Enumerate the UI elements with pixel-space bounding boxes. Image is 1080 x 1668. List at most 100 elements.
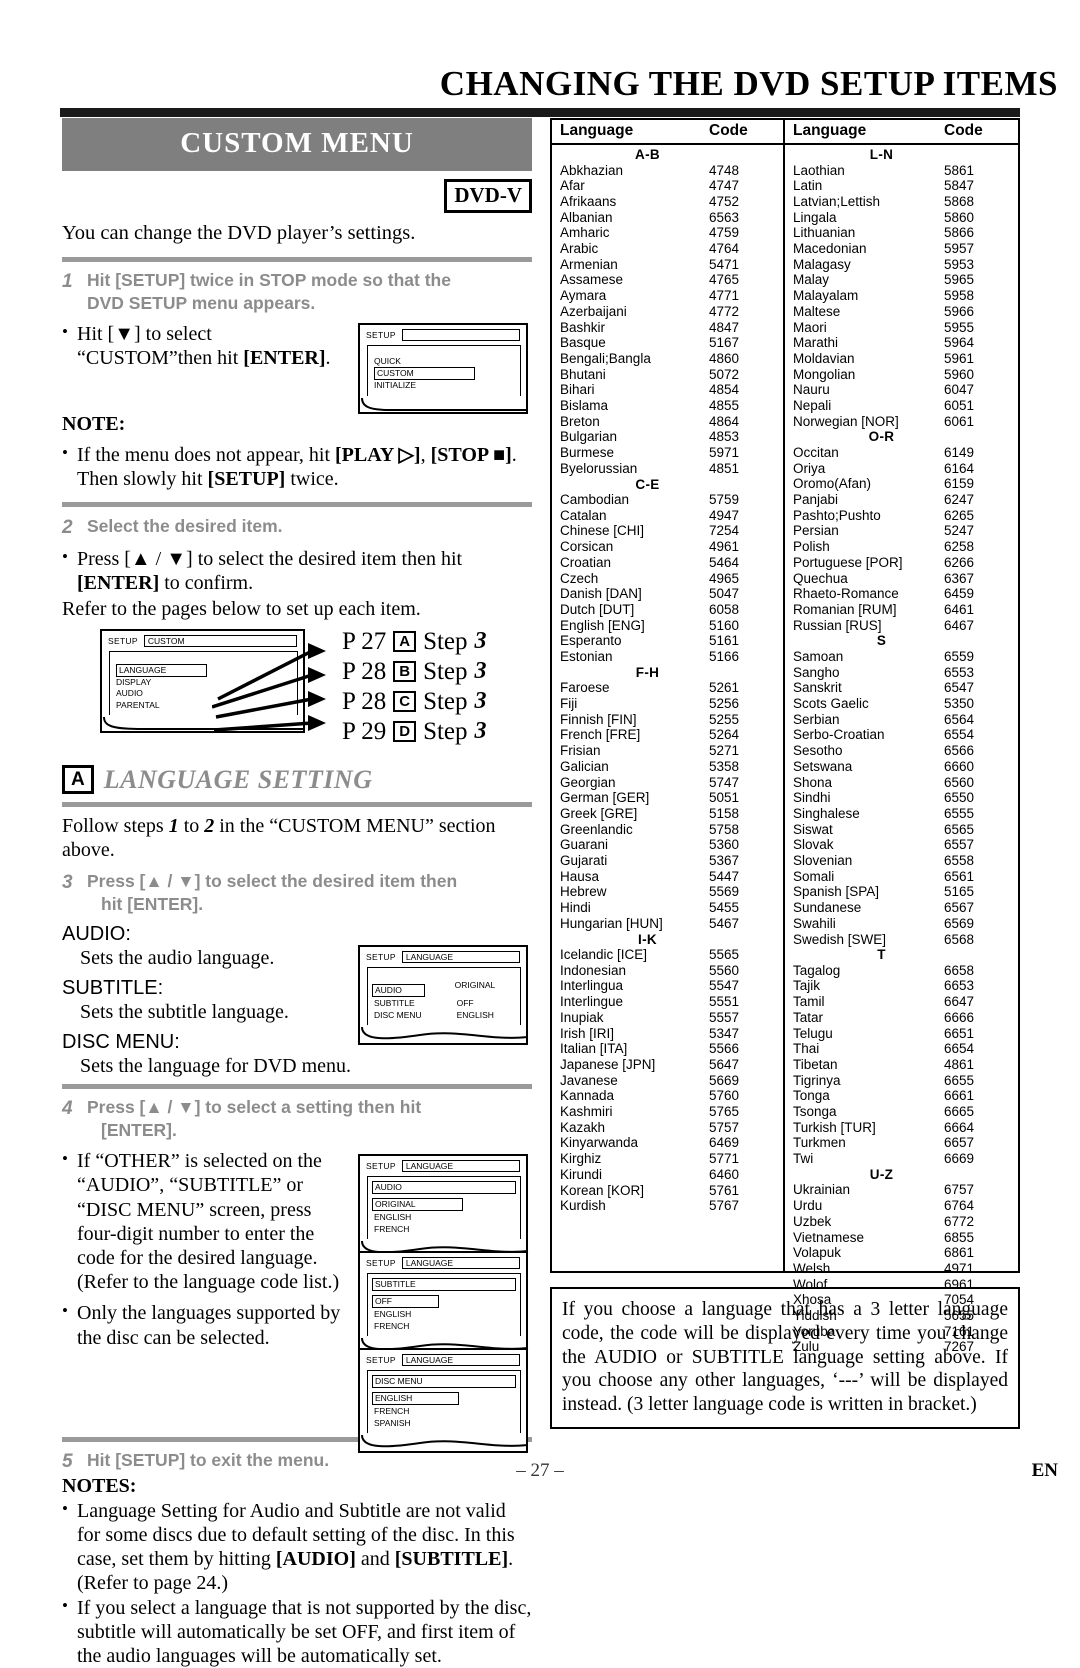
- code-row: Arabic 4764: [552, 241, 783, 257]
- code-row: Nepali 6051: [785, 398, 1018, 414]
- header-code-right: Code: [944, 122, 983, 139]
- page-ref-a-num: 3: [474, 628, 487, 655]
- code-row-code: 6559: [944, 648, 975, 664]
- osd-subtitle-english[interactable]: ENGLISH: [372, 1309, 516, 1321]
- code-row-language: Javanese: [560, 1072, 618, 1088]
- code-row-code: 6568: [944, 931, 975, 947]
- osd-item-initialize[interactable]: INITIALIZE: [372, 380, 516, 392]
- osd-audio-french[interactable]: FRENCH: [372, 1224, 516, 1236]
- osd-audio-header[interactable]: AUDIO: [372, 1181, 516, 1195]
- code-row-code: 6665: [944, 1104, 975, 1120]
- code-row-language: English [ENG]: [560, 617, 645, 633]
- code-row-language: Abkhazian: [560, 162, 624, 178]
- code-row: Greenlandic 5758: [552, 822, 783, 838]
- osd-row-audio[interactable]: AUDIO ORIGINAL: [372, 980, 516, 998]
- code-row: Corsican 4961: [552, 539, 783, 555]
- bullet-hit-down-select: Hit [▼] to select “CUSTOM”then hit [ENTE…: [62, 322, 367, 370]
- osd-row-subtitle[interactable]: SUBTITLE OFF: [372, 998, 516, 1010]
- osd-subtitle-selected-row[interactable]: OFF: [372, 1291, 516, 1309]
- code-row-language: Uzbek: [793, 1213, 832, 1229]
- code-row: Byelorussian 4851: [552, 461, 783, 477]
- code-group-header: I-K: [638, 931, 657, 947]
- code-row-language: Bislama: [560, 398, 609, 414]
- code-row-language: Faroese: [560, 680, 610, 696]
- code-row-language: Scots Gaelic: [793, 696, 869, 711]
- osd-subtitle-french[interactable]: FRENCH: [372, 1321, 516, 1333]
- code-row: Lingala 5860: [785, 210, 1018, 226]
- notes-bullet-1: Language Setting for Audio and Subtitle …: [62, 1499, 532, 1595]
- code-row: Slovak 6557: [785, 837, 1018, 853]
- code-row-code: 4748: [709, 162, 740, 178]
- osd-row-discmenu[interactable]: DISC MENU ENGLISH: [372, 1010, 516, 1022]
- osd-row-audio-label: AUDIO: [372, 984, 425, 998]
- page-number: – 27 –: [516, 1460, 564, 1481]
- code-row-language: Swahili: [793, 915, 836, 931]
- code-row: Spanish [SPA] 5165: [785, 884, 1018, 900]
- osd-discmenu-french[interactable]: FRENCH: [372, 1406, 516, 1418]
- code-row: Twi 6669: [785, 1151, 1018, 1167]
- code-row-code: 4772: [709, 303, 740, 319]
- custom-menu-banner: CUSTOM MENU: [62, 118, 532, 171]
- code-row-code: 5467: [709, 915, 740, 931]
- step-1-text: Hit [SETUP] twice in STOP mode so that t…: [87, 269, 532, 315]
- code-row-code: 5669: [709, 1072, 740, 1088]
- code-row: Siswat 6565: [785, 822, 1018, 838]
- code-row-code: 6566: [944, 743, 975, 759]
- note-menu-not-appear: If the menu does not appear, hit [PLAY ▷…: [62, 443, 532, 491]
- osd-discmenu-spanish[interactable]: SPANISH: [372, 1418, 516, 1430]
- code-row-code: 5861: [944, 162, 975, 178]
- code-row-code: 6061: [944, 413, 975, 429]
- code-row-code: 5464: [709, 554, 740, 570]
- code-row-language: German [GER]: [560, 790, 650, 806]
- code-row-language: Maltese: [793, 303, 841, 319]
- code-row-language: Assamese: [560, 272, 624, 288]
- code-row-code: 6757: [944, 1182, 975, 1198]
- code-row: Latin 5847: [785, 178, 1018, 194]
- callout-arrows-icon: [212, 642, 326, 732]
- code-row-language: Volapuk: [793, 1245, 842, 1261]
- page-ref-c-page: P 28: [342, 687, 387, 715]
- code-row-language: Breton: [560, 413, 600, 429]
- code-row-language: Portuguese [POR]: [793, 554, 903, 570]
- code-row: Norwegian [NOR] 6061: [785, 414, 1018, 430]
- osd-discmenu-header[interactable]: DISC MENU: [372, 1375, 516, 1389]
- page-reference-list: P 27 A Step 3 P 28 B Step 3 P 28 C Step …: [342, 629, 487, 744]
- code-row: Armenian 5471: [552, 257, 783, 273]
- code-row-language: Welsh: [793, 1260, 831, 1276]
- dvd-v-badge: DVD-V: [62, 179, 532, 213]
- code-row-language: Latin: [793, 178, 823, 194]
- code-row: Kazakh 5757: [552, 1120, 783, 1136]
- code-row-language: Galician: [560, 758, 609, 774]
- divider: [62, 256, 532, 262]
- code-row-code: 5358: [709, 758, 740, 774]
- code-row-language: Turkmen: [793, 1135, 846, 1151]
- code-row-language: Aymara: [560, 288, 607, 304]
- osd-subtitle-header[interactable]: SUBTITLE: [372, 1278, 516, 1292]
- step-1-line-1: Hit [SETUP] twice in STOP mode so that t…: [87, 269, 451, 290]
- code-row: Japanese [JPN] 5647: [552, 1057, 783, 1073]
- code-row: Maltese 5966: [785, 304, 1018, 320]
- code-row-language: Slovak: [793, 837, 834, 853]
- code-row-code: 6467: [944, 617, 975, 633]
- osd-item-quick[interactable]: QUICK: [372, 356, 516, 368]
- code-row: Lithuanian 5866: [785, 225, 1018, 241]
- code-row: Welsh 4971: [785, 1261, 1018, 1277]
- code-row: Kinyarwanda 6469: [552, 1135, 783, 1151]
- code-row: Danish [DAN] 5047: [552, 586, 783, 602]
- manual-page: CHANGING THE DVD SETUP ITEMS CUSTOM MENU…: [0, 0, 1080, 1667]
- osd-audio-english[interactable]: ENGLISH: [372, 1212, 516, 1224]
- code-row-code: 6554: [944, 727, 975, 743]
- code-row-language: Byelorussian: [560, 460, 638, 476]
- code-row-code: 6265: [944, 507, 975, 523]
- osd-audio-selected-row[interactable]: ORIGINAL: [372, 1194, 516, 1212]
- osd-item-custom-selected[interactable]: CUSTOM: [372, 367, 516, 381]
- code-row: Hebrew 5569: [552, 884, 783, 900]
- code-row-language: Thai: [793, 1041, 820, 1057]
- code-row: Gujarati 5367: [552, 853, 783, 869]
- divider: [62, 1084, 532, 1090]
- page-ref-c-step: Step: [423, 687, 468, 715]
- code-row-language: Slovenian: [793, 853, 853, 869]
- step-3: 3 Press [▲ / ▼] to select the desired it…: [62, 870, 532, 916]
- osd-discmenu-selected-row[interactable]: ENGLISH: [372, 1388, 516, 1406]
- code-row: Sindhi 6550: [785, 790, 1018, 806]
